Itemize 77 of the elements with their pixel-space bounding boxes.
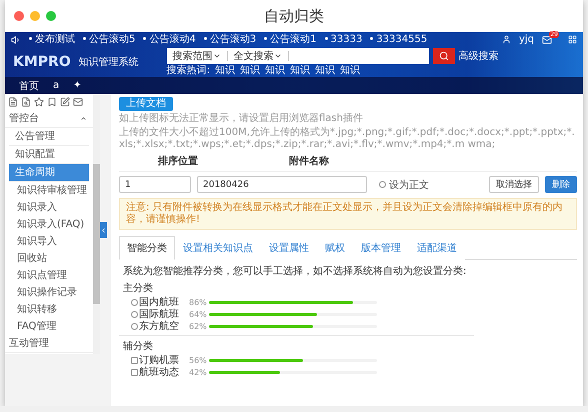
file-search-icon[interactable] xyxy=(21,97,31,107)
upload-hint: 如上传图标无法正常显示，请设置启用浏览器flash插件 xyxy=(119,113,364,125)
set-main-text-radio[interactable]: 设为正文 xyxy=(379,178,429,192)
system-name: 知识管理系统 xyxy=(78,56,139,69)
scrollbar[interactable] xyxy=(93,94,100,354)
tab[interactable]: 智能分类 xyxy=(119,236,175,260)
window-title: 自动归类 xyxy=(264,6,324,26)
sidebar-item[interactable]: 知识点管理 xyxy=(5,267,93,284)
format-hint: 上传的文件大小不超过100M,允许上传的格式为*.jpg;*.png;*.gif;*.pdf;*.doc;*.docx;*.ppt;*.pptx;*.xls;*.xlsx;*.txt;*.wps;*.et;*.dps;*.zip;*.rar;*.avi;*.flv;*.wmv;*.mp4;*.m wma; xyxy=(119,127,576,151)
order-field[interactable]: 1 xyxy=(119,176,191,193)
sidebar-item[interactable]: 知识待审核管理 xyxy=(5,182,93,199)
user-icon[interactable] xyxy=(502,35,511,44)
advanced-search-link[interactable]: 高级搜索 xyxy=(458,49,499,63)
nav-item[interactable]: ✦ xyxy=(73,80,82,91)
speaker-icon xyxy=(11,34,21,44)
user-link[interactable]: yjq xyxy=(518,34,534,45)
percent-text: 62% xyxy=(189,322,208,330)
notice-link[interactable]: 发布测试 xyxy=(29,34,75,44)
sidebar-item[interactable]: 知识转移 xyxy=(5,301,93,318)
star-icon[interactable] xyxy=(34,97,44,107)
category-checkbox[interactable]: 航班动态 xyxy=(131,365,189,379)
warning-notice: 注意: 只有附件被转换为在线显示格式才能在正文处显示，并且设为正文会清除掉编辑框中原有的内容，请谨慎操作! xyxy=(119,198,577,230)
bookmark-icon[interactable] xyxy=(47,97,57,107)
percent-text: 64% xyxy=(189,310,208,318)
logo: KMPRO xyxy=(13,54,71,70)
notice-link[interactable]: 33334555 xyxy=(370,34,428,44)
category-radio[interactable]: 国内航班 xyxy=(131,295,189,309)
sidebar-item[interactable]: 公告管理 xyxy=(9,128,89,146)
sidebar-item[interactable]: 生命周期 xyxy=(9,164,89,182)
intro-text: 系统为您智能推荐分类，您可以手工选择，如不选择系统将自动为您设置分类: xyxy=(123,264,468,278)
search-icon xyxy=(438,51,449,61)
delete-button[interactable]: 删除 xyxy=(545,176,577,193)
sidebar-item[interactable]: 知识录入(FAQ) xyxy=(5,216,93,233)
collapse-button[interactable] xyxy=(100,222,107,238)
sidebar-item[interactable]: 知识录入 xyxy=(5,199,93,216)
notice-link[interactable]: 公告滚动4 xyxy=(143,34,196,44)
column-header: 排序位置 xyxy=(158,154,198,168)
close-icon[interactable] xyxy=(14,11,24,21)
category-radio[interactable]: 东方航空 xyxy=(131,319,189,333)
sidebar-item[interactable]: 知识操作记录 xyxy=(5,284,93,301)
category-checkbox[interactable]: 订购机票 xyxy=(131,353,189,367)
grid-icon[interactable] xyxy=(568,35,577,44)
nav-item[interactable]: 首页 xyxy=(19,78,39,92)
search-field[interactable]: 搜索范围 全文搜索 xyxy=(166,48,429,64)
group-title: 主分类 xyxy=(123,282,154,295)
cancel-button[interactable]: 取消选择 xyxy=(489,176,539,193)
notice-link[interactable]: 公告滚动1 xyxy=(264,34,316,44)
group-title: 辅分类 xyxy=(123,340,154,353)
caret-icon xyxy=(212,52,221,60)
nav-item[interactable]: a xyxy=(53,80,60,91)
sidebar-item[interactable]: 回收站 xyxy=(5,250,93,267)
document-icon[interactable] xyxy=(8,97,18,107)
percent-text: 86% xyxy=(189,298,208,306)
hot-word-link[interactable]: 知识 xyxy=(240,65,260,76)
hot-word-link[interactable]: 知识 xyxy=(340,65,360,76)
hot-words-label: 搜索热词: xyxy=(166,65,210,76)
edit-icon[interactable] xyxy=(60,97,70,107)
mail-icon[interactable] xyxy=(73,97,83,107)
hot-word-link[interactable]: 知识 xyxy=(290,65,310,76)
caret-icon xyxy=(80,115,87,122)
percent-text: 56% xyxy=(189,356,208,364)
chevron-left-icon xyxy=(100,226,107,234)
hot-word-link[interactable]: 知识 xyxy=(315,65,336,76)
caret-icon xyxy=(274,52,282,60)
percent-text: 42% xyxy=(189,368,208,376)
scope-dropdown[interactable]: 搜索范围 xyxy=(166,51,228,61)
notice-link[interactable]: 公告滚动3 xyxy=(204,34,256,44)
hot-word-link[interactable]: 知识 xyxy=(215,65,236,76)
sidebar-item[interactable]: FAQ管理 xyxy=(5,318,93,335)
column-header: 附件名称 xyxy=(289,154,329,168)
category-radio[interactable]: 国际航班 xyxy=(131,307,189,321)
sidebar-item[interactable]: 知识导入 xyxy=(5,233,93,250)
notice-link[interactable]: 33333 xyxy=(324,34,362,44)
notice-link[interactable]: 公告滚动5 xyxy=(83,34,136,44)
hot-word-link[interactable]: 知识 xyxy=(265,65,286,76)
search-button[interactable] xyxy=(432,48,455,64)
name-field[interactable]: 20180426 xyxy=(197,176,367,193)
